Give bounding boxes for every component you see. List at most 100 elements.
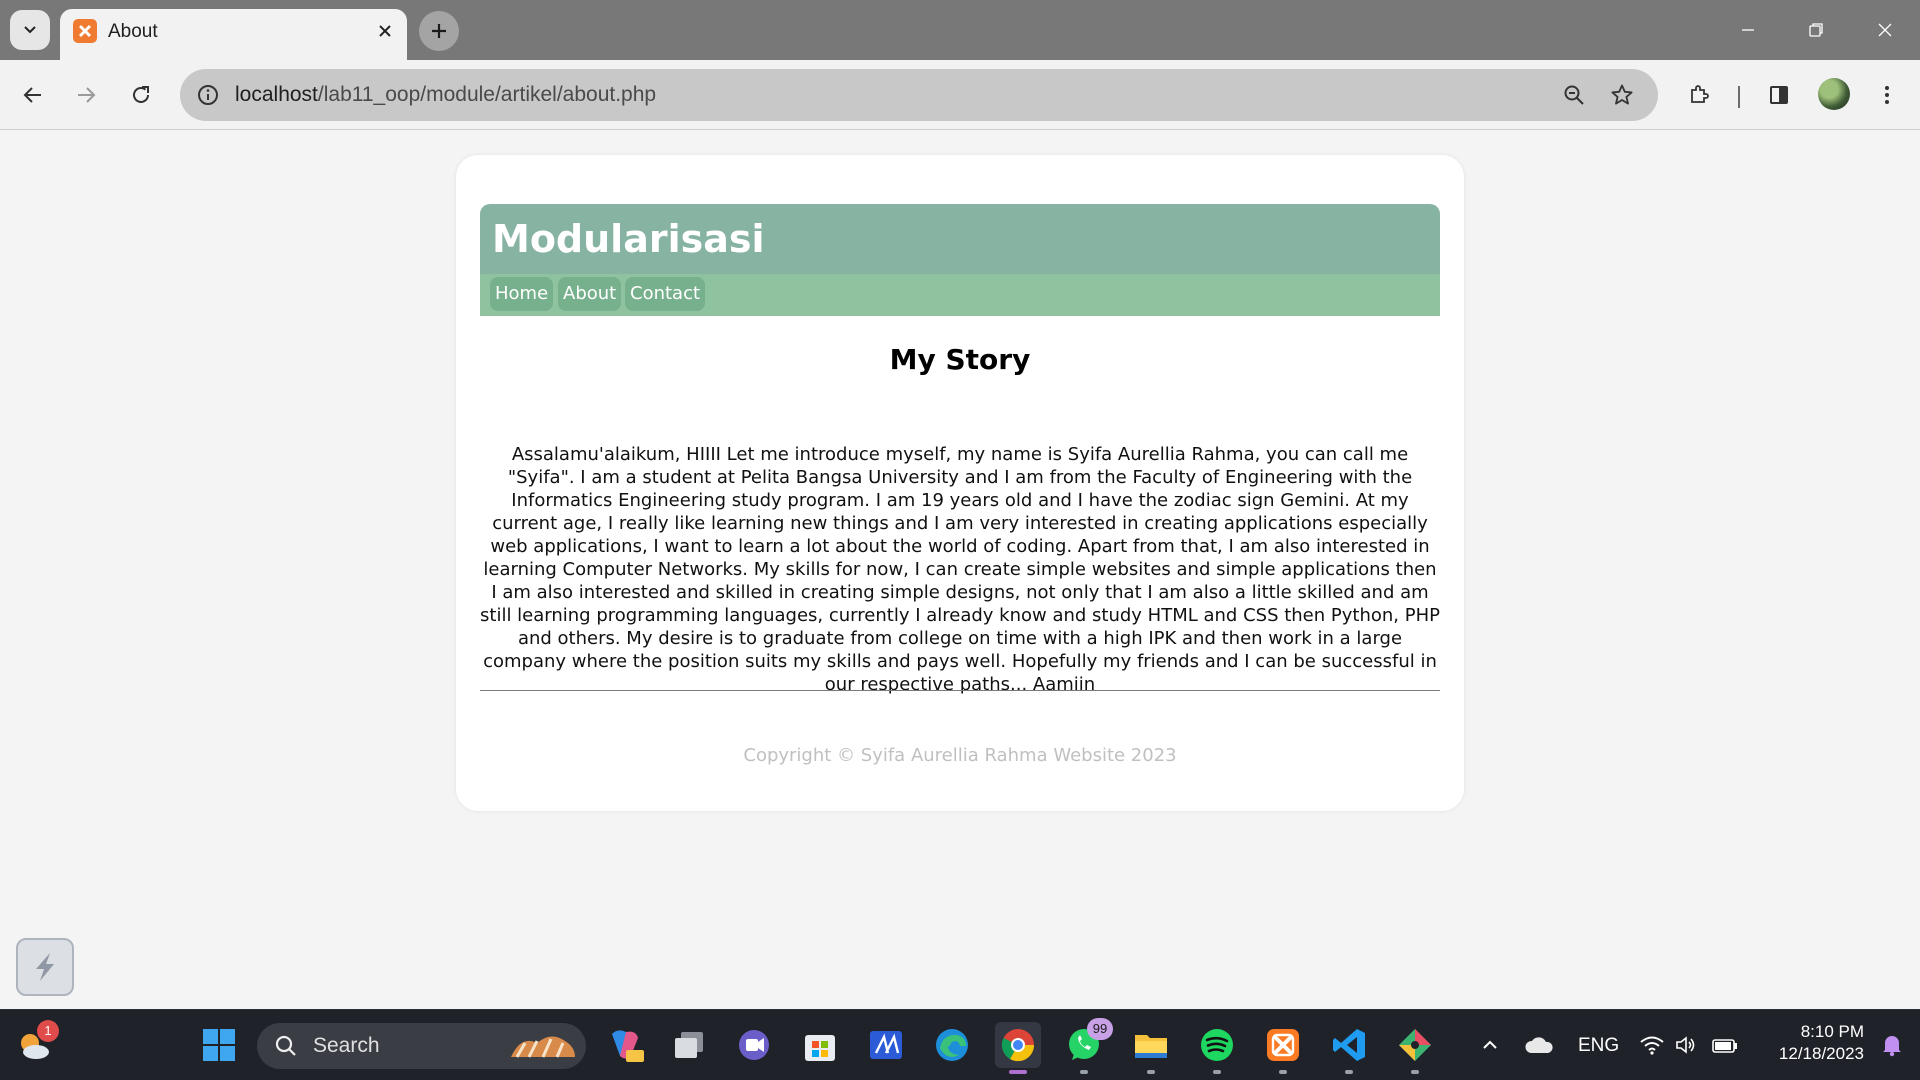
show-hidden-icons-button[interactable] <box>1469 1022 1511 1068</box>
taskbar-edge[interactable] <box>929 1022 975 1068</box>
taskbar-search[interactable]: Search <box>257 1023 586 1069</box>
clock-date: 12/18/2023 <box>1778 1044 1864 1063</box>
bookmark-button[interactable] <box>1606 79 1638 111</box>
url-text[interactable]: localhost/lab11_oop/module/artikel/about… <box>235 83 656 107</box>
minimize-icon <box>1742 29 1754 31</box>
floating-widget-button[interactable] <box>16 938 74 996</box>
zoom-button[interactable] <box>1558 79 1590 111</box>
address-bar[interactable]: localhost/lab11_oop/module/artikel/about… <box>180 69 1658 121</box>
chrome-icon <box>1001 1029 1035 1062</box>
chevron-up-icon <box>1483 1040 1497 1049</box>
git-icon <box>1399 1029 1431 1061</box>
taskbar-vscode[interactable] <box>1326 1022 1372 1074</box>
site-nav: Home About Contact <box>480 274 1440 316</box>
weather-badge: 1 <box>37 1020 59 1042</box>
taskbar-teams[interactable] <box>731 1022 777 1068</box>
taskbar-editor[interactable] <box>863 1022 909 1068</box>
browser-toolbar: localhost/lab11_oop/module/artikel/about… <box>0 60 1920 130</box>
new-tab-button[interactable] <box>419 11 459 51</box>
running-indicator <box>1279 1070 1287 1074</box>
volume-tray[interactable] <box>1666 1022 1706 1068</box>
taskbar-chrome[interactable] <box>995 1022 1041 1074</box>
windows-logo-icon <box>203 1029 235 1061</box>
battery-tray[interactable] <box>1705 1022 1745 1068</box>
copilot-icon <box>612 1030 644 1062</box>
arrow-left-icon <box>23 87 41 103</box>
edge-icon <box>936 1029 968 1061</box>
nav-link-about[interactable]: About <box>558 277 622 311</box>
taskbar-whatsapp[interactable]: 99 <box>1061 1018 1113 1074</box>
zoom-out-icon <box>1564 85 1584 105</box>
weather-widget[interactable]: 1 <box>11 1020 59 1068</box>
forward-button[interactable] <box>66 75 106 115</box>
site-title: Modularisasi <box>492 217 765 261</box>
taskbar-git-client[interactable] <box>1392 1022 1438 1074</box>
profile-avatar[interactable] <box>1818 78 1850 110</box>
spotify-icon <box>1201 1029 1233 1061</box>
info-icon <box>198 85 218 105</box>
folder-icon <box>1135 1035 1167 1058</box>
vscode-icon <box>1333 1029 1365 1061</box>
clock-time: 8:10 PM <box>1800 1022 1864 1041</box>
battery-icon <box>1712 1039 1737 1053</box>
reload-icon <box>133 86 149 103</box>
xampp-favicon-icon <box>73 19 97 43</box>
search-icon <box>275 1035 296 1056</box>
onedrive-tray[interactable] <box>1517 1022 1561 1068</box>
star-icon <box>1611 84 1633 105</box>
speaker-icon <box>1676 1036 1695 1054</box>
taskbar-spotify[interactable] <box>1194 1022 1240 1074</box>
active-indicator <box>1009 1070 1027 1074</box>
taskbar-task-view[interactable] <box>666 1022 712 1068</box>
whatsapp-badge: 99 <box>1087 1018 1113 1040</box>
side-panel-button[interactable] <box>1759 75 1799 115</box>
extensions-button[interactable] <box>1679 75 1719 115</box>
reload-button[interactable] <box>121 75 161 115</box>
wifi-icon <box>1640 1036 1664 1055</box>
plus-icon <box>432 24 446 38</box>
puzzle-icon <box>1691 85 1709 103</box>
running-indicator <box>1213 1070 1221 1074</box>
taskbar-store[interactable] <box>797 1022 843 1068</box>
site-info-button[interactable] <box>192 79 224 111</box>
lightning-icon <box>36 953 54 981</box>
page-viewport: Modularisasi Home About Contact My Story… <box>0 131 1920 1009</box>
cloud-icon <box>1525 1037 1553 1053</box>
minimize-button[interactable] <box>1727 12 1769 48</box>
site-header: Modularisasi <box>480 204 1440 274</box>
search-highlight-icon <box>511 1036 575 1058</box>
chevron-down-icon <box>24 26 36 34</box>
language-indicator[interactable]: ENG <box>1578 1035 1619 1057</box>
start-button[interactable] <box>196 1022 242 1068</box>
taskbar-copilot[interactable] <box>602 1022 648 1068</box>
editor-icon <box>870 1031 902 1059</box>
running-indicator <box>1411 1070 1419 1074</box>
close-icon <box>1878 23 1892 37</box>
close-window-button[interactable] <box>1864 12 1906 48</box>
restore-button[interactable] <box>1795 12 1837 48</box>
chat-icon <box>739 1030 769 1060</box>
toolbar-separator <box>1738 86 1740 108</box>
tab-search-button[interactable] <box>10 10 50 50</box>
browser-tab-about[interactable]: About <box>60 9 407 60</box>
page-container: Modularisasi Home About Contact My Story… <box>456 155 1464 811</box>
nav-link-home[interactable]: Home <box>490 277 554 311</box>
side-panel-icon <box>1770 86 1788 104</box>
running-indicator <box>1147 1070 1155 1074</box>
xampp-icon <box>1267 1029 1299 1061</box>
page-heading: My Story <box>889 343 1031 376</box>
taskbar-file-explorer[interactable] <box>1128 1022 1174 1074</box>
clock[interactable]: 8:10 PM 12/18/2023 <box>1758 1021 1864 1065</box>
task-view-icon <box>675 1032 703 1058</box>
back-button[interactable] <box>13 75 53 115</box>
taskbar-xampp[interactable] <box>1260 1022 1306 1074</box>
running-indicator <box>1080 1070 1088 1074</box>
notifications-button[interactable] <box>1872 1022 1912 1068</box>
url-host: localhost <box>235 83 318 106</box>
browser-tab-strip: About <box>0 0 1920 60</box>
browser-menu-button[interactable] <box>1867 75 1907 115</box>
more-vertical-icon <box>1885 86 1889 104</box>
bell-icon <box>1883 1036 1901 1057</box>
nav-link-contact[interactable]: Contact <box>625 277 706 311</box>
tab-close-button[interactable] <box>371 17 399 45</box>
